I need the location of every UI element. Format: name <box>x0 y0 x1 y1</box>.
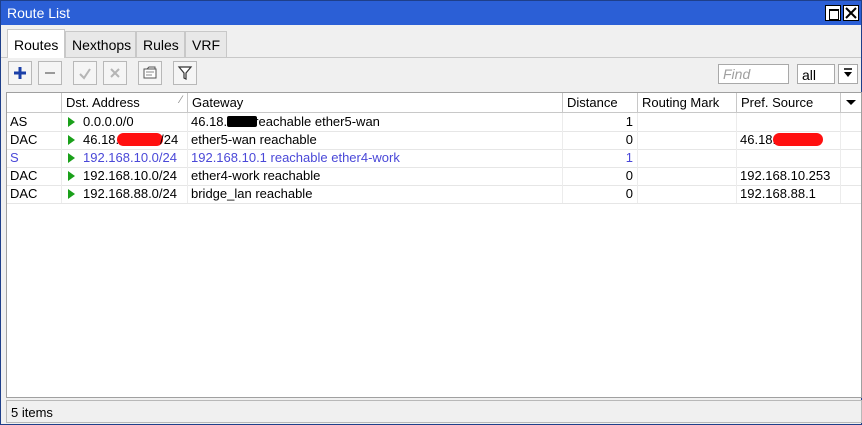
route-dst-address: 192.168.10.0/24 <box>62 167 188 185</box>
route-distance: 0 <box>563 167 638 185</box>
route-routing-mark <box>638 185 737 203</box>
gateway-text: 192.168.10.1 reachable ether4-work <box>191 150 400 165</box>
column-header-routing-mark[interactable]: Routing Mark <box>638 93 737 112</box>
active-route-icon <box>68 171 75 181</box>
dst-address-text: 192.168.10.0/24 <box>83 168 177 183</box>
remove-icon <box>45 72 55 74</box>
window-title: Route List <box>7 5 71 21</box>
title-bar[interactable]: Route List <box>1 1 861 25</box>
route-dst-address: 192.168.88.0/24 <box>62 185 188 203</box>
disable-icon <box>110 68 120 78</box>
table-row[interactable]: S 192.168.10.0/24 192.168.10.1 reachable… <box>7 149 861 168</box>
gateway-text: bridge_lan reachable <box>191 186 313 201</box>
maximize-button[interactable] <box>825 5 841 21</box>
redaction-mark <box>227 116 258 127</box>
route-flags: DAC <box>7 185 62 203</box>
gateway-text: ether5-wan reachable <box>191 132 317 147</box>
route-table: Dst. Address ⁄ Gateway Distance Routing … <box>6 92 862 398</box>
active-route-icon <box>68 117 75 127</box>
route-routing-mark <box>638 149 737 167</box>
tab-routes[interactable]: Routes <box>7 29 65 58</box>
column-header-pref-source[interactable]: Pref. Source <box>737 93 841 112</box>
redaction-mark <box>773 133 824 146</box>
route-dst-address: 192.168.10.0/24 <box>62 149 188 167</box>
route-dst-address: 46.18. /24 <box>62 131 188 149</box>
filter-select[interactable]: all <box>797 64 835 84</box>
find-input[interactable] <box>718 64 789 84</box>
dst-address-suffix: /24 <box>160 132 179 147</box>
gateway-text: ether4-work reachable <box>191 168 321 183</box>
tab-nexthops[interactable]: Nexthops <box>65 31 136 57</box>
column-header-flags[interactable] <box>7 93 62 112</box>
tab-bar: Routes Nexthops Rules VRF <box>1 27 861 58</box>
comment-icon <box>143 66 157 79</box>
dst-address-text: 46.18. <box>83 132 120 147</box>
filter-icon <box>177 66 193 80</box>
tab-rules[interactable]: Rules <box>136 31 185 57</box>
add-icon <box>14 67 26 79</box>
route-flags: S <box>7 149 62 167</box>
table-row[interactable]: DAC 192.168.10.0/24 ether4-work reachabl… <box>7 167 861 186</box>
chevron-down-icon <box>846 100 856 105</box>
route-gateway: ether5-wan reachable <box>188 131 563 149</box>
route-gateway: bridge_lan reachable <box>188 185 563 203</box>
gateway-text: 46.18. <box>191 114 228 129</box>
route-distance: 0 <box>563 131 638 149</box>
route-pref-source: 46.18. <box>737 131 841 149</box>
maximize-icon <box>829 9 839 20</box>
tab-vrf[interactable]: VRF <box>185 31 227 57</box>
route-pref-source <box>737 113 841 131</box>
dst-address-text: 0.0.0.0/0 <box>83 114 134 129</box>
column-header-distance[interactable]: Distance <box>563 93 638 112</box>
route-distance: 1 <box>563 149 638 167</box>
route-routing-mark <box>638 113 737 131</box>
table-row[interactable]: AS 0.0.0.0/0 46.18. reachable ether5-wan … <box>7 113 861 132</box>
route-routing-mark <box>638 167 737 185</box>
disable-button[interactable] <box>103 61 127 85</box>
route-gateway: 46.18. reachable ether5-wan <box>188 113 563 131</box>
route-pref-source <box>737 149 841 167</box>
remove-button[interactable] <box>38 61 62 85</box>
close-button[interactable] <box>843 5 859 21</box>
route-flags: AS <box>7 113 62 131</box>
close-icon <box>845 7 857 19</box>
route-gateway: 192.168.10.1 reachable ether4-work <box>188 149 563 167</box>
route-pref-source: 192.168.88.1 <box>737 185 841 203</box>
route-list-window: Route List Routes Nexthops Rules VRF Fin… <box>0 0 862 425</box>
comment-button[interactable] <box>138 61 162 85</box>
route-distance: 0 <box>563 185 638 203</box>
active-route-icon <box>68 153 75 163</box>
table-row[interactable]: DAC 192.168.88.0/24 bridge_lan reachable… <box>7 185 861 204</box>
table-header: Dst. Address ⁄ Gateway Distance Routing … <box>7 93 861 113</box>
route-flags: DAC <box>7 131 62 149</box>
gateway-text-suffix: reachable ether5-wan <box>254 114 380 129</box>
column-header-dst-address-label: Dst. Address <box>66 95 140 110</box>
redaction-mark <box>117 133 164 146</box>
table-row[interactable]: DAC 46.18. /24 ether5-wan reachable 0 46.… <box>7 131 861 150</box>
route-distance: 1 <box>563 113 638 131</box>
add-button[interactable] <box>8 61 32 85</box>
active-route-icon <box>68 189 75 199</box>
route-pref-source: 192.168.10.253 <box>737 167 841 185</box>
route-dst-address: 0.0.0.0/0 <box>62 113 188 131</box>
enable-button[interactable] <box>73 61 97 85</box>
status-bar: 5 items <box>6 400 862 423</box>
item-count: 5 items <box>11 405 53 420</box>
route-gateway: ether4-work reachable <box>188 167 563 185</box>
route-flags: DAC <box>7 167 62 185</box>
sort-icon: ⁄ <box>180 94 182 106</box>
column-header-dst-address[interactable]: Dst. Address ⁄ <box>62 93 188 112</box>
toolbar: all <box>1 59 861 91</box>
filter-dropdown-button[interactable] <box>838 64 858 84</box>
chevron-down-icon <box>844 68 852 77</box>
pref-source-text: 46.18. <box>740 132 777 147</box>
dst-address-text: 192.168.88.0/24 <box>83 186 177 201</box>
filter-button[interactable] <box>173 61 197 85</box>
route-routing-mark <box>638 131 737 149</box>
dst-address-text: 192.168.10.0/24 <box>83 150 177 165</box>
enable-icon <box>79 68 91 80</box>
active-route-icon <box>68 135 75 145</box>
column-header-gateway[interactable]: Gateway <box>188 93 563 112</box>
column-menu-button[interactable] <box>841 93 861 112</box>
